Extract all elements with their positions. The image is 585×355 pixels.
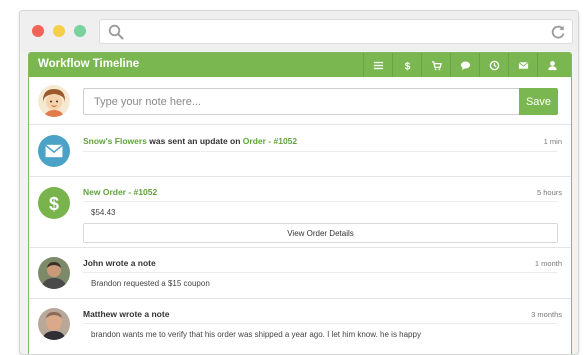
order-link[interactable]: Order - #1052: [243, 136, 297, 146]
entry-summary: Snow's Flowers was sent an update on Ord…: [83, 136, 297, 146]
timeline-entry: John wrote a note 1 month Brandon reques…: [29, 248, 571, 299]
dollar-icon[interactable]: $: [392, 53, 421, 77]
timeline-entry: Snow's Flowers was sent an update on Ord…: [29, 126, 571, 177]
john-avatar: [38, 257, 70, 289]
timeline-entry: $ New Order - #1052 5 hours $54.43 View …: [29, 177, 571, 248]
close-window-button[interactable]: [32, 25, 44, 37]
note-body: brandon wants me to verify that his orde…: [91, 330, 421, 339]
address-bar[interactable]: [99, 19, 573, 44]
entry-actor-link[interactable]: Snow's Flowers: [83, 136, 147, 146]
note-body-row: Brandon requested a $15 coupon: [83, 272, 558, 293]
maximize-window-button[interactable]: [74, 25, 86, 37]
order-title-link[interactable]: New Order - #1052: [83, 187, 157, 197]
order-amount-row: $54.43: [83, 201, 558, 222]
entry-action-text: was sent an update on: [146, 136, 243, 146]
clock-icon[interactable]: [479, 53, 508, 77]
dollar-icon: $: [38, 187, 70, 219]
note-body: Brandon requested a $15 coupon: [91, 279, 210, 288]
timeline-entry: Matthew wrote a note 3 months brandon wa…: [29, 299, 571, 354]
browser-window: Workflow Timeline $ Type your note here.…: [19, 10, 579, 355]
save-button[interactable]: Save: [519, 88, 558, 115]
svg-text:$: $: [404, 61, 410, 70]
refresh-icon[interactable]: [550, 24, 566, 40]
user-icon[interactable]: [537, 53, 566, 77]
chat-icon[interactable]: [450, 53, 479, 77]
entry-divider: [83, 151, 558, 152]
svg-text:$: $: [49, 194, 59, 212]
entry-timestamp: 3 months: [531, 310, 562, 319]
entry-timestamp: 5 hours: [536, 188, 562, 197]
note-body-row: brandon wants me to verify that his orde…: [83, 323, 558, 344]
cart-icon[interactable]: [421, 53, 450, 77]
envelope-icon[interactable]: [508, 53, 537, 77]
list-icon[interactable]: [363, 53, 392, 77]
note-author: John wrote a note: [83, 258, 156, 268]
search-icon: [108, 24, 124, 40]
order-amount: $54.43: [91, 208, 116, 217]
current-user-avatar: [38, 85, 70, 117]
matthew-avatar: [38, 308, 70, 340]
minimize-window-button[interactable]: [53, 25, 65, 37]
panel-header: Workflow Timeline $: [29, 53, 571, 77]
view-order-details-button[interactable]: View Order Details: [83, 223, 558, 243]
workflow-timeline-panel: Workflow Timeline $ Type your note here.…: [28, 52, 572, 354]
note-composer: Save: [29, 77, 571, 125]
envelope-icon: [38, 135, 70, 167]
entry-timestamp: 1 min: [543, 137, 562, 146]
note-input[interactable]: [83, 88, 520, 115]
note-author: Matthew wrote a note: [83, 309, 170, 319]
panel-title: Workflow Timeline: [38, 58, 140, 70]
browser-chrome: [20, 11, 578, 51]
entry-timestamp: 1 month: [534, 259, 562, 268]
